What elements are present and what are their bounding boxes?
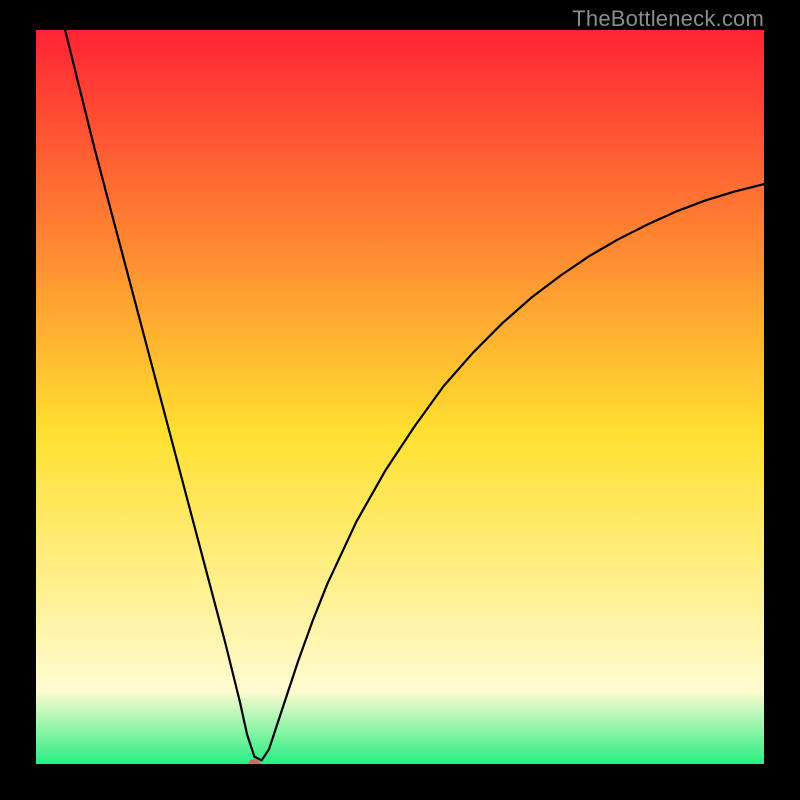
plot-area	[36, 30, 764, 764]
gradient-background	[36, 30, 764, 764]
bottleneck-chart	[36, 30, 764, 764]
chart-frame: TheBottleneck.com	[0, 0, 800, 800]
watermark-text: TheBottleneck.com	[572, 6, 764, 32]
